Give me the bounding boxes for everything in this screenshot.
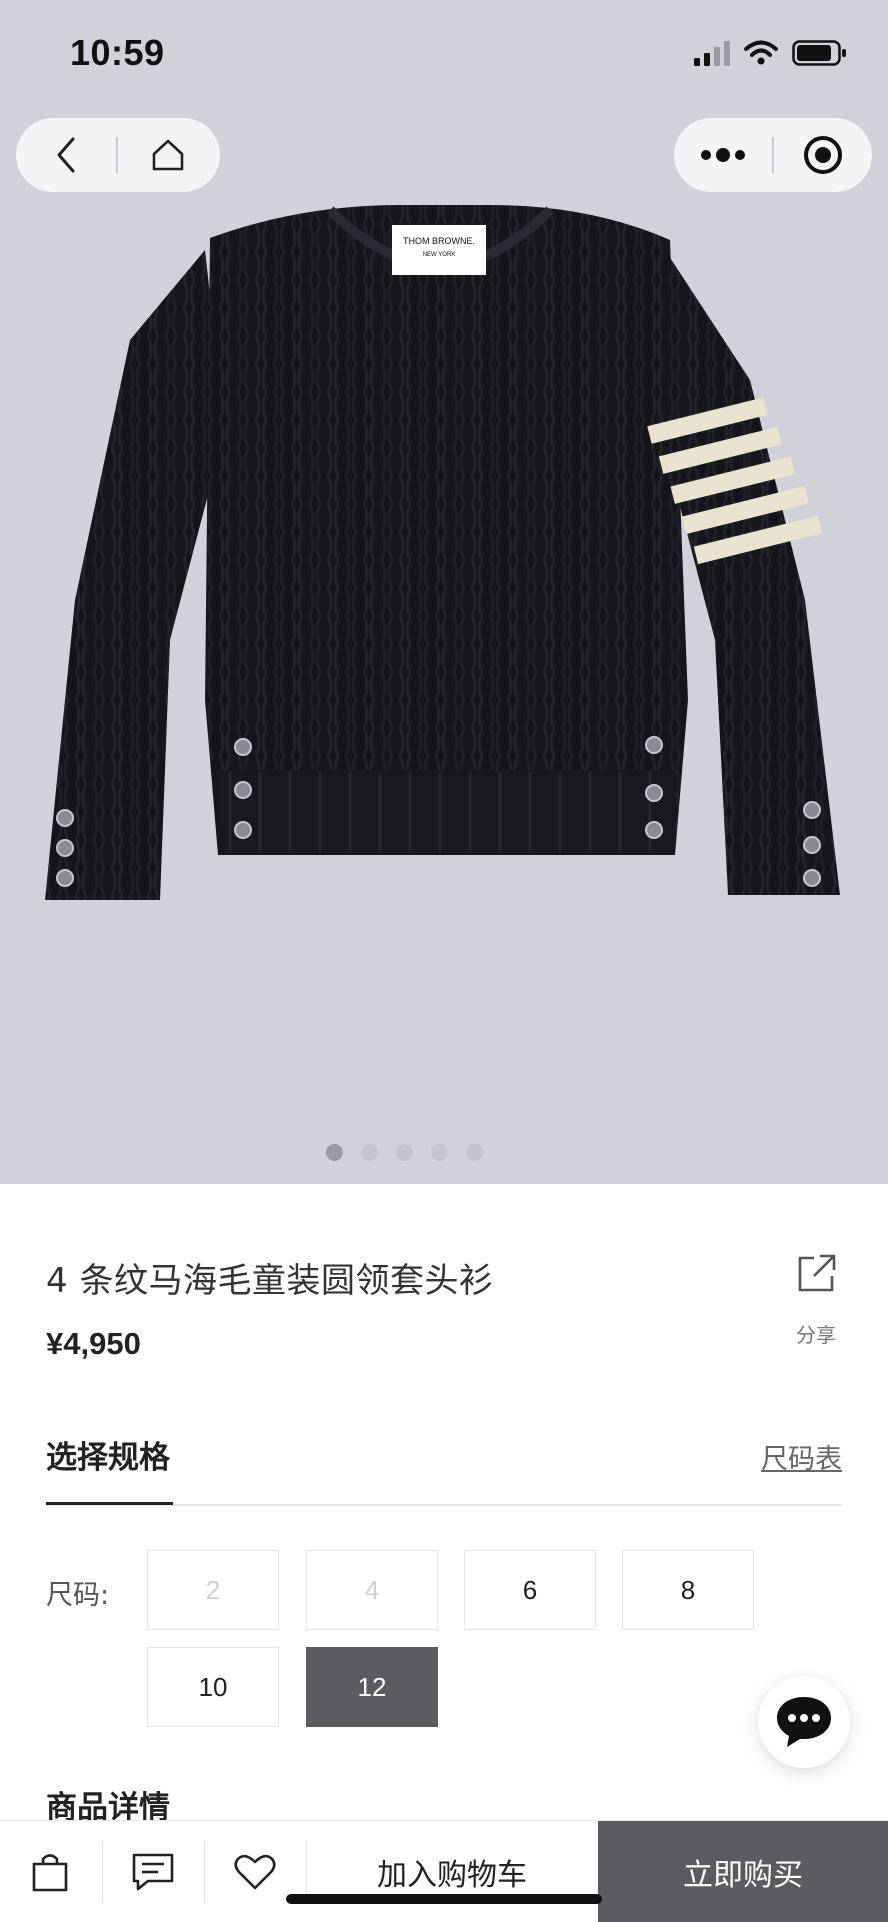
add-to-cart-button[interactable]: 加入购物车 xyxy=(306,1821,598,1922)
share-button[interactable] xyxy=(792,1252,842,1294)
active-tab-underline xyxy=(46,1502,173,1505)
bottom-action-bar: 加入购物车 立即购买 xyxy=(0,1820,888,1922)
close-mini-program-button[interactable] xyxy=(774,118,872,192)
more-button[interactable] xyxy=(674,118,772,192)
bag-icon xyxy=(32,1854,68,1892)
cellular-signal-icon xyxy=(694,40,730,66)
back-button[interactable] xyxy=(16,118,116,192)
spec-heading[interactable]: 选择规格 xyxy=(46,1432,170,1477)
size-label: 尺码: xyxy=(46,1580,110,1611)
label-brand: THOM BROWNE. xyxy=(403,236,475,246)
carousel-indicator xyxy=(0,1144,888,1161)
more-dots-icon xyxy=(701,148,745,162)
nav-capsule xyxy=(16,118,220,192)
battery-icon xyxy=(792,40,846,66)
customer-service-button[interactable] xyxy=(758,1676,850,1768)
carousel-dot[interactable] xyxy=(395,1144,413,1161)
product-price: ¥4,950 xyxy=(46,1326,141,1361)
wifi-icon xyxy=(744,40,778,65)
size-option-10[interactable]: 10 xyxy=(147,1647,279,1727)
status-bar: 10:59 xyxy=(0,0,888,110)
label-city: NEW YORK xyxy=(422,252,456,258)
chat-bubble-icon xyxy=(777,1697,831,1747)
wishlist-button[interactable] xyxy=(205,1821,305,1922)
chevron-left-icon xyxy=(57,137,75,173)
home-icon xyxy=(152,139,184,171)
heart-icon xyxy=(234,1854,276,1890)
product-image-carousel[interactable]: THOM BROWNE. NEW YORK 10:59 xyxy=(0,0,888,1184)
carousel-dot[interactable] xyxy=(360,1144,378,1161)
share-icon xyxy=(798,1254,836,1292)
mini-program-capsule xyxy=(674,118,872,192)
status-time: 10:59 xyxy=(70,32,165,73)
home-indicator[interactable] xyxy=(286,1894,602,1904)
carousel-dot[interactable] xyxy=(430,1144,448,1161)
buy-now-button[interactable]: 立即购买 xyxy=(598,1821,888,1922)
share-label: 分享 xyxy=(796,1323,836,1347)
target-close-icon xyxy=(803,136,842,174)
message-button[interactable] xyxy=(103,1821,203,1922)
size-option-4[interactable]: 4 xyxy=(306,1550,438,1630)
size-option-2[interactable]: 2 xyxy=(147,1550,279,1630)
message-icon xyxy=(132,1853,174,1891)
bag-button[interactable] xyxy=(0,1821,100,1922)
size-chart-link[interactable]: 尺码表 xyxy=(761,1437,842,1476)
product-title: 4 条纹马海毛童装圆领套头衫 xyxy=(46,1261,494,1301)
size-option-6[interactable]: 6 xyxy=(464,1550,596,1630)
status-icons xyxy=(694,40,848,66)
carousel-dot[interactable] xyxy=(325,1144,343,1161)
size-option-8[interactable]: 8 xyxy=(622,1550,754,1630)
size-option-12[interactable]: 12 xyxy=(306,1647,438,1727)
carousel-dot[interactable] xyxy=(465,1144,483,1161)
home-button[interactable] xyxy=(118,118,218,192)
